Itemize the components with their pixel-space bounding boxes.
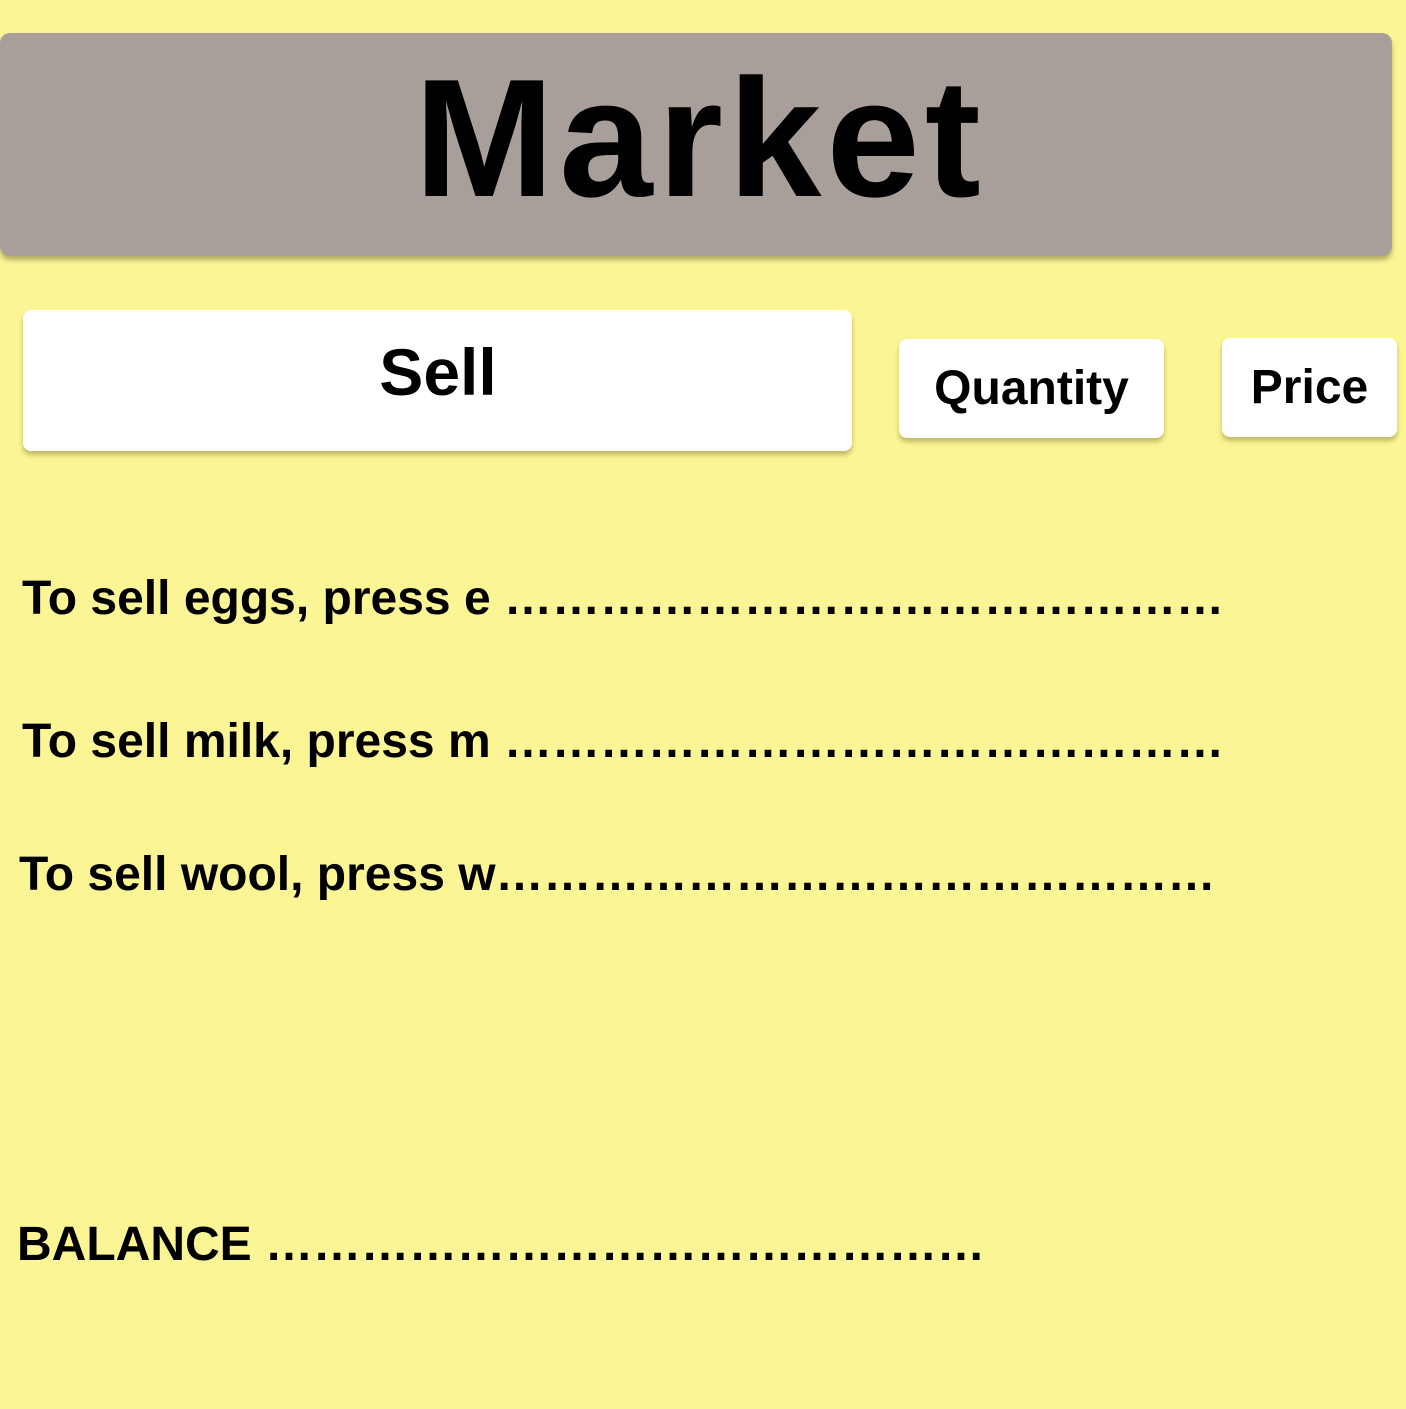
header-banner: Market xyxy=(0,33,1392,256)
page-title: Market xyxy=(414,44,986,232)
quantity-button[interactable]: Quantity xyxy=(899,339,1164,438)
price-button[interactable]: Price xyxy=(1222,338,1397,437)
quantity-label: Quantity xyxy=(934,362,1129,415)
sell-wool-instruction: To sell wool, press w……………………………………… xyxy=(19,848,1216,901)
sell-eggs-instruction: To sell eggs, press e ……………………………………… xyxy=(22,572,1224,625)
balance-line: BALANCE ……………………………………… xyxy=(17,1218,985,1271)
sell-milk-instruction: To sell milk, press m ……………………………………… xyxy=(22,715,1224,768)
price-label: Price xyxy=(1250,361,1369,414)
sell-button[interactable]: Sell xyxy=(23,310,852,451)
sell-label: Sell xyxy=(379,334,497,409)
